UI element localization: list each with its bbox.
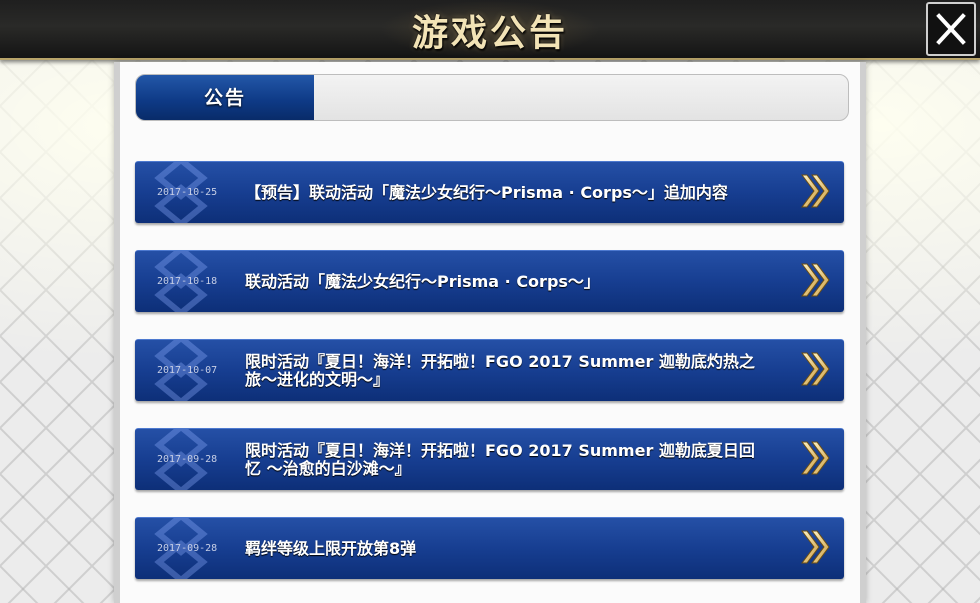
news-title: 限时活动『夏日！海洋！开拓啦！FGO 2017 Summer 迦勒底夏日回忆 ～… <box>245 441 755 478</box>
tab-bar: 公告 <box>135 74 849 121</box>
news-item[interactable]: 2017-09-28 限时活动『夏日！海洋！开拓啦！FGO 2017 Summer… <box>135 428 844 490</box>
double-chevron-right-icon <box>801 352 830 386</box>
news-title: 【预告】联动活动「魔法少女纪行～Prisma · Corps～」追加内容 <box>245 183 728 202</box>
news-item[interactable]: 2017-10-25 【预告】联动活动「魔法少女纪行～Prisma · Corps… <box>135 161 844 223</box>
news-date: 2017-10-07 <box>157 365 218 376</box>
title-bar: 游戏公告 <box>0 0 980 60</box>
double-chevron-right-icon <box>801 263 830 297</box>
news-date: 2017-09-28 <box>157 454 218 465</box>
news-date: 2017-09-28 <box>157 543 218 554</box>
double-chevron-right-icon <box>801 530 830 564</box>
close-button[interactable] <box>926 2 976 56</box>
news-item[interactable]: 2017-10-18 联动活动「魔法少女纪行～Prisma · Corps～」 <box>135 250 844 312</box>
tab-announcements[interactable]: 公告 <box>136 75 314 120</box>
news-item[interactable]: 2017-10-07 限时活动『夏日！海洋！开拓啦！FGO 2017 Summer… <box>135 339 844 401</box>
news-title: 联动活动「魔法少女纪行～Prisma · Corps～」 <box>245 272 600 291</box>
close-icon <box>936 13 966 45</box>
double-chevron-right-icon <box>801 174 830 208</box>
news-item[interactable]: 2017-09-28 羁绊等级上限开放第8弹 <box>135 517 844 579</box>
news-title: 限时活动『夏日！海洋！开拓啦！FGO 2017 Summer 迦勒底灼热之旅～进… <box>245 352 755 389</box>
news-title: 羁绊等级上限开放第8弹 <box>245 539 417 558</box>
double-chevron-right-icon <box>801 441 830 475</box>
news-date: 2017-10-18 <box>157 276 218 287</box>
news-date: 2017-10-25 <box>157 187 218 198</box>
page-title: 游戏公告 <box>411 13 568 54</box>
